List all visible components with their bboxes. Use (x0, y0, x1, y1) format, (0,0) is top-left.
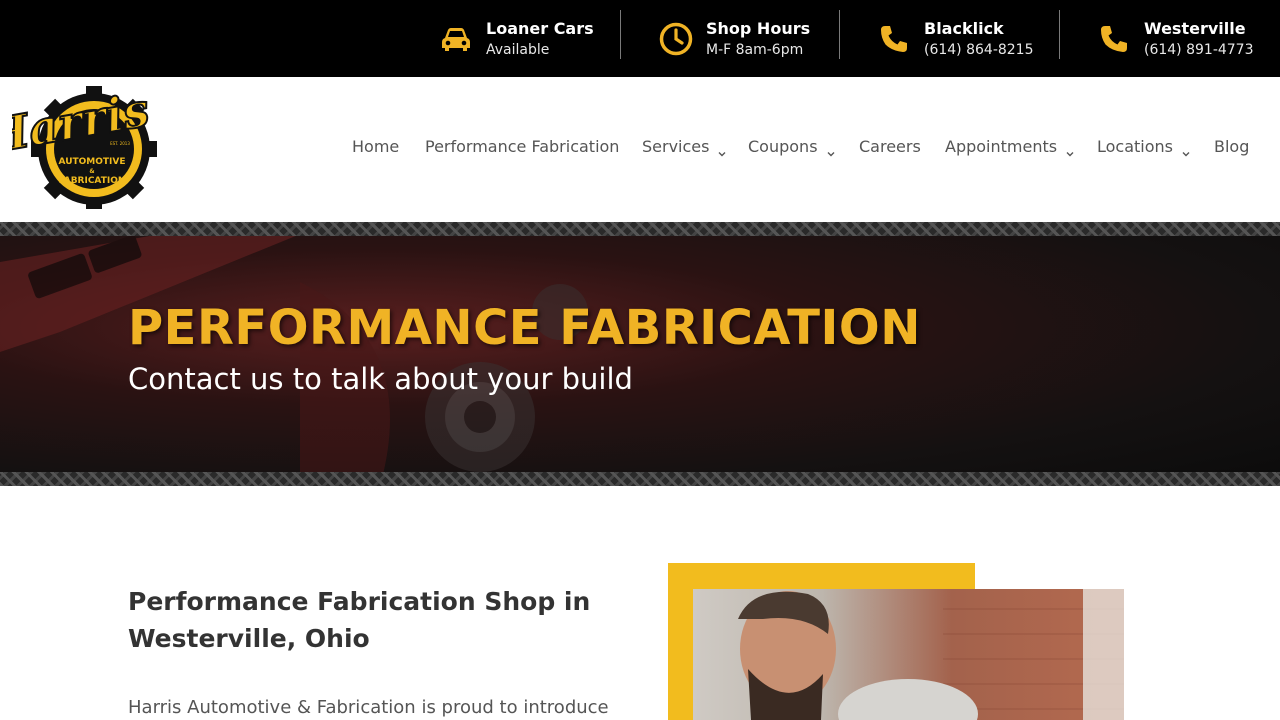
nav-coupons[interactable]: Coupons (748, 137, 835, 156)
divider (620, 10, 621, 59)
nav-locations[interactable]: Locations (1097, 137, 1190, 156)
chevron-down-icon (1066, 143, 1074, 156)
nav-careers[interactable]: Careers (859, 137, 921, 156)
divider (839, 10, 840, 59)
shop-hours-title: Shop Hours (706, 18, 811, 38)
divider (1059, 10, 1060, 59)
mechanic-photo (693, 589, 1124, 720)
nav-appointments[interactable]: Appointments (945, 137, 1074, 156)
nav-services[interactable]: Services (642, 137, 726, 156)
phone-icon (876, 21, 912, 57)
nav-blog-label[interactable]: Blog (1214, 137, 1249, 156)
loaner-cars-subtitle: Available (486, 41, 550, 58)
nav-careers-label[interactable]: Careers (859, 137, 921, 156)
shop-hours-info: Shop Hours M-F 8am-6pm (658, 0, 810, 77)
loaner-cars-info: Loaner Cars Available (438, 0, 594, 77)
section-heading: Performance Fabrication Shop in Westervi… (128, 587, 591, 653)
nav-home[interactable]: Home (352, 137, 399, 156)
nav-home-label[interactable]: Home (352, 137, 399, 156)
loaner-cars-title: Loaner Cars (486, 18, 594, 38)
shop-hours-subtitle: M-F 8am-6pm (706, 41, 804, 58)
nav-blog[interactable]: Blog (1214, 137, 1249, 156)
chevron-down-icon (827, 143, 835, 156)
westerville-phone[interactable]: (614) 891-4773 (1144, 40, 1254, 60)
harris-logo[interactable]: Harris EST. 2013 AUTOMOTIVE & FABRICATIO… (0, 81, 168, 212)
intro-paragraph: Harris Automotive & Fabrication is proud… (128, 697, 609, 718)
svg-text:FABRICATION: FABRICATION (59, 176, 126, 186)
svg-text:&: & (89, 168, 94, 175)
hero-title: PERFORMANCE FABRICATION (128, 300, 921, 356)
westerville-title: Westerville (1144, 18, 1246, 38)
clock-icon (658, 21, 694, 57)
blacklick-title: Blacklick (924, 18, 1004, 38)
nav-performance-fabrication[interactable]: Performance Fabrication (425, 137, 619, 156)
nav-appointments-label[interactable]: Appointments (945, 137, 1057, 156)
blacklick-phone[interactable]: (614) 864-8215 (924, 40, 1034, 60)
site-header: Harris EST. 2013 AUTOMOTIVE & FABRICATIO… (0, 77, 1280, 222)
chevron-down-icon (1182, 143, 1190, 156)
hero-subtitle: Contact us to talk about your build (128, 362, 633, 396)
blacklick-phone-info[interactable]: Blacklick (614) 864-8215 (876, 0, 1034, 77)
nav-services-label[interactable]: Services (642, 137, 709, 156)
tread-border-top (0, 222, 1280, 236)
nav-locations-label[interactable]: Locations (1097, 137, 1173, 156)
phone-icon (1096, 21, 1132, 57)
chevron-down-icon (718, 143, 726, 156)
top-info-bar: Loaner Cars Available Shop Hours M-F 8am… (0, 0, 1280, 77)
hero-banner: PERFORMANCE FABRICATION Contact us to ta… (0, 222, 1280, 486)
nav-performance-fabrication-label[interactable]: Performance Fabrication (425, 137, 619, 156)
car-icon (438, 21, 474, 57)
svg-text:AUTOMOTIVE: AUTOMOTIVE (59, 157, 126, 167)
nav-coupons-label[interactable]: Coupons (748, 137, 818, 156)
tread-border-bottom (0, 472, 1280, 486)
westerville-phone-info[interactable]: Westerville (614) 891-4773 (1096, 0, 1254, 77)
svg-text:EST. 2013: EST. 2013 (110, 141, 130, 146)
